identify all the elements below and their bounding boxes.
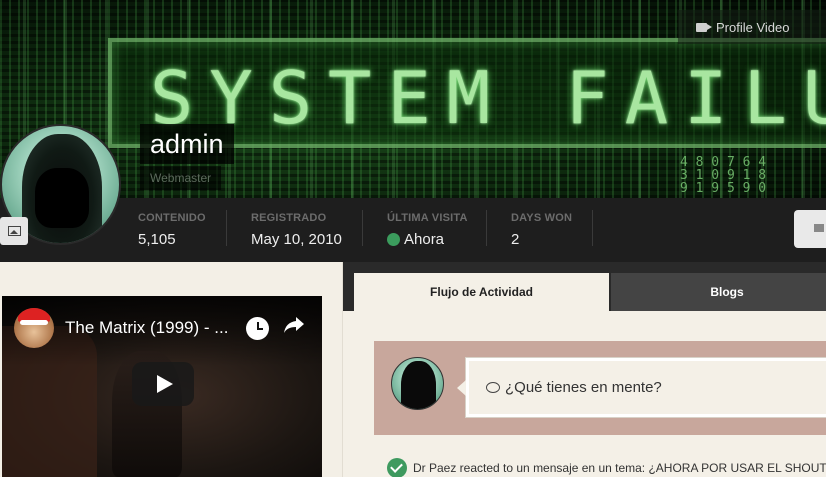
video-camera-icon bbox=[696, 22, 712, 32]
activity-item[interactable]: Dr Paez reacted to un mensaje en un tema… bbox=[387, 458, 826, 477]
follow-icon bbox=[814, 224, 824, 232]
follow-button[interactable] bbox=[794, 210, 826, 248]
status-composer: ¿Qué tienes en mente? bbox=[374, 341, 826, 435]
play-button[interactable] bbox=[132, 362, 194, 406]
profile-main: Flujo de Actividad Blogs ¿Qué tienes en … bbox=[342, 262, 826, 477]
stat-content: CONTENIDO 5,105 bbox=[138, 212, 206, 248]
stat-divider bbox=[226, 210, 227, 246]
stat-days-won-label: DAYS WON bbox=[511, 212, 573, 224]
stat-days-won-value[interactable]: 2 bbox=[511, 231, 572, 248]
stat-registered-value: May 10, 2010 bbox=[251, 231, 342, 248]
profile-video-button[interactable]: Profile Video bbox=[678, 10, 826, 44]
hooded-figure bbox=[401, 361, 436, 409]
youtube-embed[interactable]: The Matrix (1999) - ... bbox=[2, 296, 322, 477]
profile-username: admin bbox=[140, 124, 234, 164]
banner-text: SYSTEM FAILURE bbox=[150, 56, 826, 140]
profile-tabs: Flujo de Actividad Blogs bbox=[343, 262, 826, 311]
stat-registered: REGISTRADO May 10, 2010 bbox=[251, 212, 342, 248]
stat-divider bbox=[592, 210, 593, 246]
profile-role: Webmaster bbox=[140, 166, 222, 190]
last-visit-text: Ahora bbox=[404, 231, 445, 248]
profile-stats-bar: CONTENIDO 5,105 REGISTRADO May 10, 2010 … bbox=[0, 198, 826, 262]
hood-shadow bbox=[35, 168, 89, 228]
cover-photo: SYSTEM FAILURE 4 8 0 7 6 4 3 1 0 9 1 8 9… bbox=[0, 0, 826, 198]
profile-sidebar: The Matrix (1999) - ... bbox=[0, 262, 342, 477]
tab-activity-stream[interactable]: Flujo de Actividad bbox=[354, 273, 609, 311]
video-title[interactable]: The Matrix (1999) - ... bbox=[65, 318, 228, 338]
banner-digits: 4 8 0 7 6 4 3 1 0 9 1 8 9 1 9 5 9 0 bbox=[680, 155, 767, 196]
watch-later-icon[interactable] bbox=[246, 317, 269, 340]
stat-last-visit-value: Ahora bbox=[387, 231, 468, 248]
stat-registered-label: REGISTRADO bbox=[251, 212, 327, 224]
stat-content-value[interactable]: 5,105 bbox=[138, 231, 206, 248]
stat-content-label: CONTENIDO bbox=[138, 212, 206, 224]
stat-days-won: DAYS WON 2 bbox=[511, 212, 572, 248]
stat-last-visit-label: ÚLTIMA VISITA bbox=[387, 212, 468, 224]
channel-avatar[interactable] bbox=[14, 308, 54, 348]
profile-video-label: Profile Video bbox=[716, 19, 790, 35]
image-icon bbox=[7, 226, 21, 236]
activity-text: Dr Paez reacted to un mensaje en un tema… bbox=[413, 461, 826, 475]
profile-page: SYSTEM FAILURE 4 8 0 7 6 4 3 1 0 9 1 8 9… bbox=[0, 0, 826, 477]
stat-last-visit: ÚLTIMA VISITA Ahora bbox=[387, 212, 468, 248]
composer-avatar bbox=[391, 357, 444, 410]
status-input-placeholder: ¿Qué tienes en mente? bbox=[505, 379, 662, 396]
status-input[interactable]: ¿Qué tienes en mente? bbox=[457, 357, 826, 418]
change-cover-photo-button[interactable] bbox=[0, 217, 28, 245]
reaction-check-icon bbox=[387, 458, 407, 477]
santa-hat-brim bbox=[20, 320, 48, 325]
share-icon[interactable] bbox=[282, 312, 306, 336]
online-status-icon bbox=[387, 233, 400, 246]
tab-blogs[interactable]: Blogs bbox=[611, 273, 826, 311]
stat-divider bbox=[362, 210, 363, 246]
comment-icon bbox=[486, 382, 500, 393]
stat-divider bbox=[486, 210, 487, 246]
